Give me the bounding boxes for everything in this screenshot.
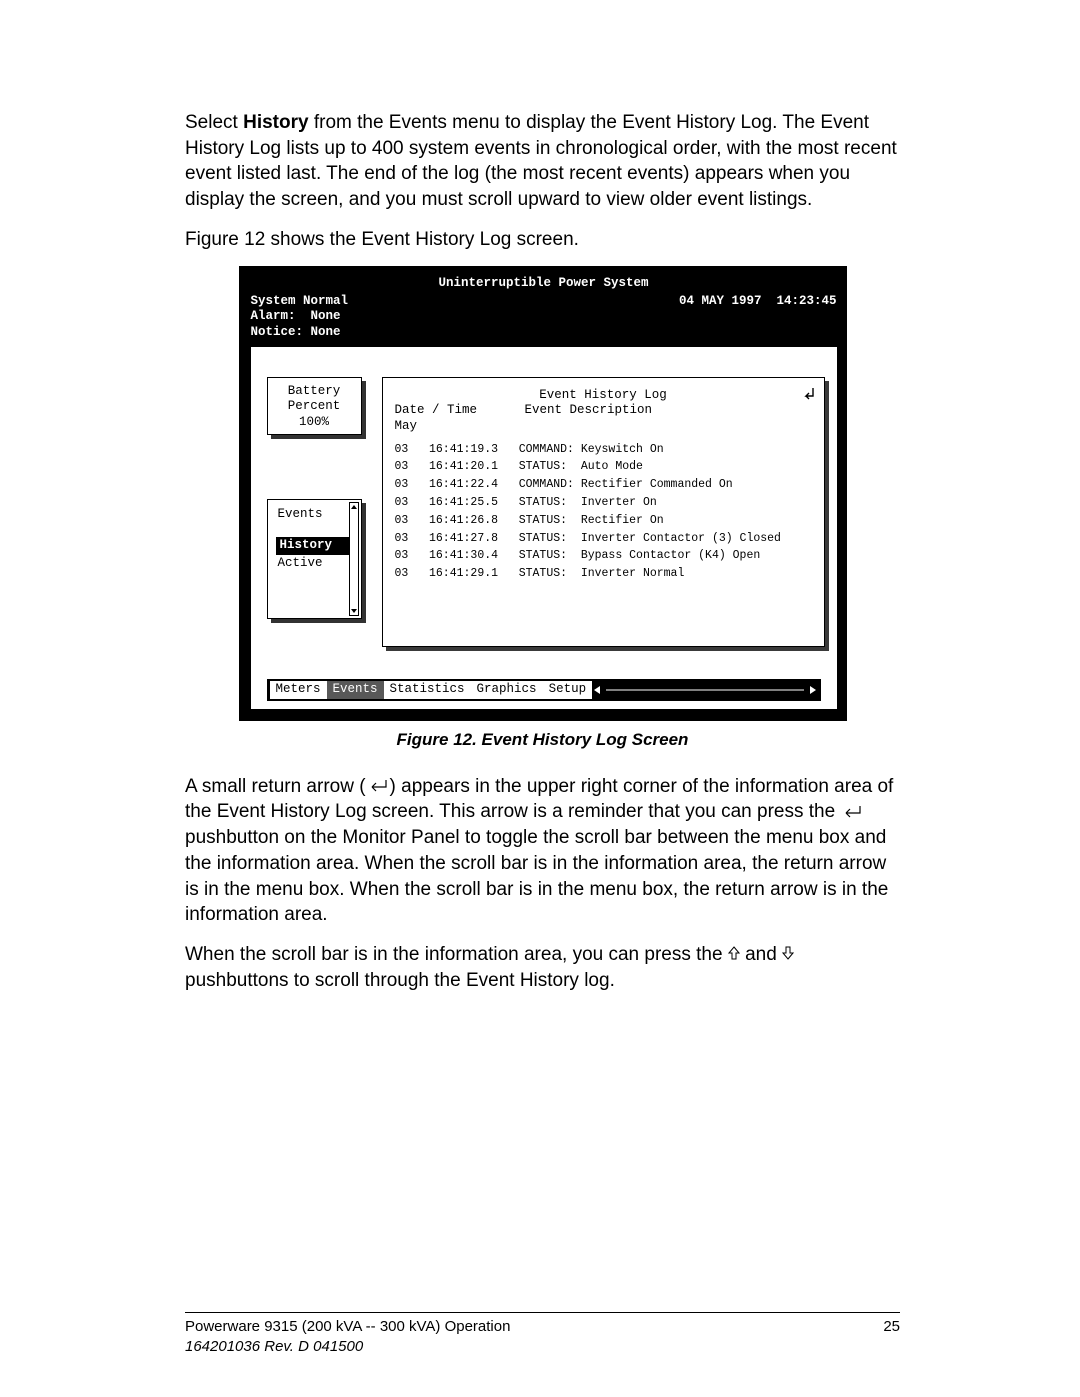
tab-bar: Meters Events Statistics Graphics Setup <box>267 679 821 701</box>
ups-title: Uninterruptible Power System <box>251 276 837 292</box>
figure-caption: Figure 12. Event History Log Screen <box>185 729 900 752</box>
tab-setup[interactable]: Setup <box>543 681 593 699</box>
log-month: May <box>395 419 812 435</box>
events-menu-panel: Events History Active <box>267 499 362 619</box>
paragraph-3: A small return arrow () appears in the u… <box>185 774 900 928</box>
tab-scrollbar[interactable] <box>592 685 817 695</box>
log-title: Event History Log <box>395 388 812 404</box>
return-arrow-icon <box>802 386 816 402</box>
ups-status-lines: System Normal Alarm: None Notice: None <box>251 294 349 341</box>
return-arrow-glyph-icon <box>366 774 390 800</box>
document-page: Select History from the Events menu to d… <box>0 0 1080 1397</box>
battery-percent-value: 100% <box>268 415 361 431</box>
text: When the scroll bar is in the informatio… <box>185 944 728 965</box>
scroll-left-icon[interactable] <box>594 686 600 694</box>
scroll-up-icon[interactable] <box>351 505 357 509</box>
bold-history: History <box>243 112 308 133</box>
tab-statistics[interactable]: Statistics <box>384 681 471 699</box>
tab-graphics[interactable]: Graphics <box>471 681 543 699</box>
paragraph-2: Figure 12 shows the Event History Log sc… <box>185 227 900 253</box>
ups-datetime: 04 MAY 1997 14:23:45 <box>679 294 837 341</box>
up-arrow-glyph-icon <box>728 942 740 968</box>
col-header-description: Event Description <box>525 403 653 419</box>
battery-percent-label: Percent <box>268 399 361 415</box>
scroll-right-icon[interactable] <box>810 686 816 694</box>
battery-panel: Battery Percent 100% <box>267 377 362 435</box>
paragraph-4: When the scroll bar is in the informatio… <box>185 942 900 993</box>
return-arrow-glyph-icon <box>840 800 864 826</box>
tab-meters[interactable]: Meters <box>270 681 327 699</box>
battery-label: Battery <box>268 384 361 400</box>
event-history-log-panel: Event History Log Date / Time Event Desc… <box>382 377 825 647</box>
text: Select <box>185 112 243 133</box>
menu-item-history[interactable]: History <box>276 537 357 555</box>
scroll-down-icon[interactable] <box>351 609 357 613</box>
menu-item-events[interactable]: Events <box>276 506 357 524</box>
text: and <box>740 944 782 965</box>
page-footer: Powerware 9315 (200 kVA -- 300 kVA) Oper… <box>185 1312 900 1358</box>
menu-scrollbar[interactable] <box>349 502 359 616</box>
col-header-datetime: Date / Time <box>395 403 525 419</box>
text: A small return arrow ( <box>185 776 366 797</box>
event-log-table: 03 16:41:19.3 COMMAND: Keyswitch On 03 1… <box>395 441 812 584</box>
tab-events[interactable]: Events <box>327 681 384 699</box>
paragraph-1: Select History from the Events menu to d… <box>185 110 900 213</box>
text: pushbutton on the Monitor Panel to toggl… <box>185 827 888 925</box>
ups-screen-figure: Uninterruptible Power System System Norm… <box>239 266 847 721</box>
down-arrow-glyph-icon <box>782 942 794 968</box>
menu-item-active[interactable]: Active <box>276 555 357 573</box>
text: pushbuttons to scroll through the Event … <box>185 970 615 991</box>
page-number: 25 <box>883 1317 900 1358</box>
footer-revision: 164201036 Rev. D 041500 <box>185 1337 510 1357</box>
footer-product: Powerware 9315 (200 kVA -- 300 kVA) Oper… <box>185 1317 510 1337</box>
